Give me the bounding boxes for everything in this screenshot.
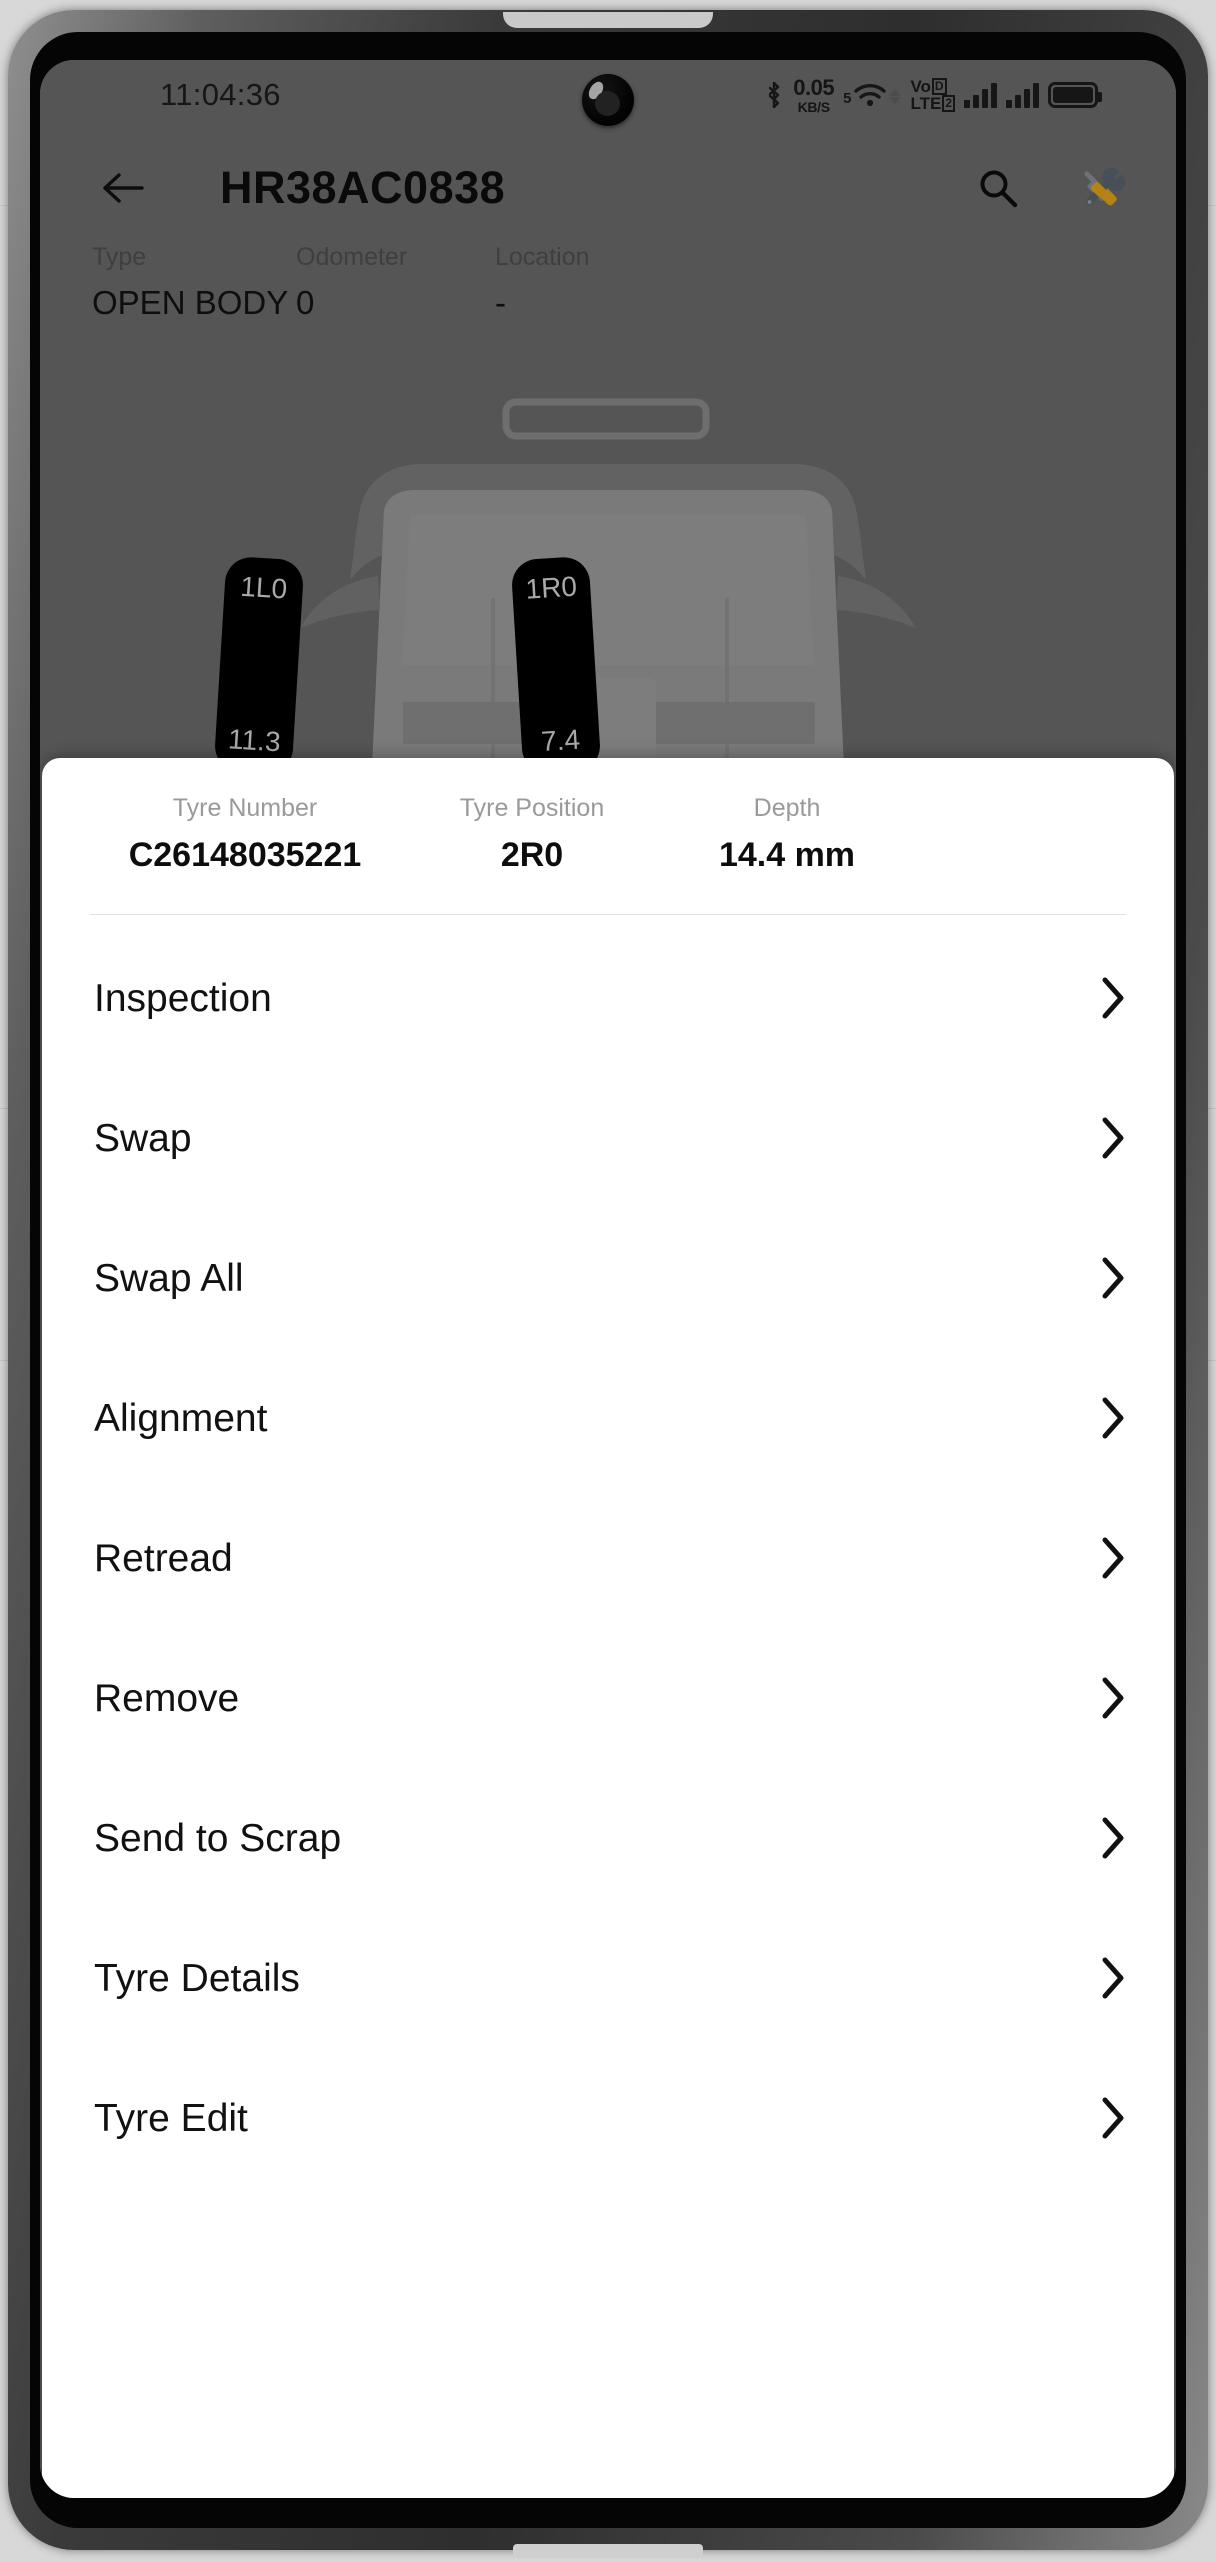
summary-value: 14.4 mm — [718, 836, 856, 874]
chevron-right-icon — [1102, 1537, 1124, 1579]
menu-item-label: Inspection — [94, 976, 272, 1020]
summary-cell-tyre-position: Tyre Position 2R0 — [422, 794, 642, 874]
menu-item-label: Tyre Edit — [94, 2096, 248, 2140]
menu-item-alignment[interactable]: Alignment — [42, 1348, 1174, 1488]
menu-item-inspection[interactable]: Inspection — [42, 928, 1174, 1068]
chevron-right-icon — [1102, 1117, 1124, 1159]
menu-item-tyre-edit[interactable]: Tyre Edit — [42, 2048, 1174, 2188]
menu-item-label: Alignment — [94, 1396, 268, 1440]
summary-value: C26148035221 — [128, 836, 362, 874]
chevron-right-icon — [1102, 1397, 1124, 1439]
summary-cell-depth: Depth 14.4 mm — [642, 794, 932, 874]
menu-item-swap-all[interactable]: Swap All — [42, 1208, 1174, 1348]
menu-item-tyre-details[interactable]: Tyre Details — [42, 1908, 1174, 2048]
menu-item-swap[interactable]: Swap — [42, 1068, 1174, 1208]
earpiece-notch — [503, 12, 713, 28]
summary-cell-tyre-number: Tyre Number C26148035221 — [90, 794, 400, 874]
chevron-right-icon — [1102, 1957, 1124, 1999]
chevron-right-icon — [1102, 1257, 1124, 1299]
gesture-pill — [513, 2544, 703, 2558]
tyre-action-menu: Inspection Swap Swap All Alignment Retre… — [42, 928, 1174, 2188]
chevron-right-icon — [1102, 2097, 1124, 2139]
summary-value: 2R0 — [500, 836, 564, 874]
phone-bezel: 11:04:36 0.05 KB/S 5 Vo D LTE 2 HR38AC08… — [30, 32, 1186, 2528]
menu-item-remove[interactable]: Remove — [42, 1628, 1174, 1768]
sheet-divider — [90, 914, 1126, 915]
chevron-right-icon — [1102, 977, 1124, 1019]
menu-item-label: Send to Scrap — [94, 1816, 342, 1860]
summary-label: Tyre Number — [172, 794, 318, 822]
phone-device: 11:04:36 0.05 KB/S 5 Vo D LTE 2 HR38AC08… — [8, 10, 1208, 2558]
menu-item-label: Remove — [94, 1676, 240, 1720]
menu-item-label: Tyre Details — [94, 1956, 300, 2000]
chevron-right-icon — [1102, 1677, 1124, 1719]
summary-label: Depth — [753, 794, 821, 822]
menu-item-label: Retread — [94, 1536, 233, 1580]
menu-item-send-to-scrap[interactable]: Send to Scrap — [42, 1768, 1174, 1908]
phone-screen: 11:04:36 0.05 KB/S 5 Vo D LTE 2 HR38AC08… — [40, 60, 1176, 2498]
tyre-action-bottom-sheet: Tyre Number C26148035221 Tyre Position 2… — [42, 758, 1174, 2498]
chevron-right-icon — [1102, 1817, 1124, 1859]
summary-label: Tyre Position — [459, 794, 605, 822]
page-root: 11:04:36 0.05 KB/S 5 Vo D LTE 2 HR38AC08… — [0, 0, 1216, 2562]
menu-item-retread[interactable]: Retread — [42, 1488, 1174, 1628]
tyre-summary-header: Tyre Number C26148035221 Tyre Position 2… — [42, 758, 1174, 928]
menu-item-label: Swap — [94, 1116, 192, 1160]
menu-item-label: Swap All — [94, 1256, 244, 1300]
